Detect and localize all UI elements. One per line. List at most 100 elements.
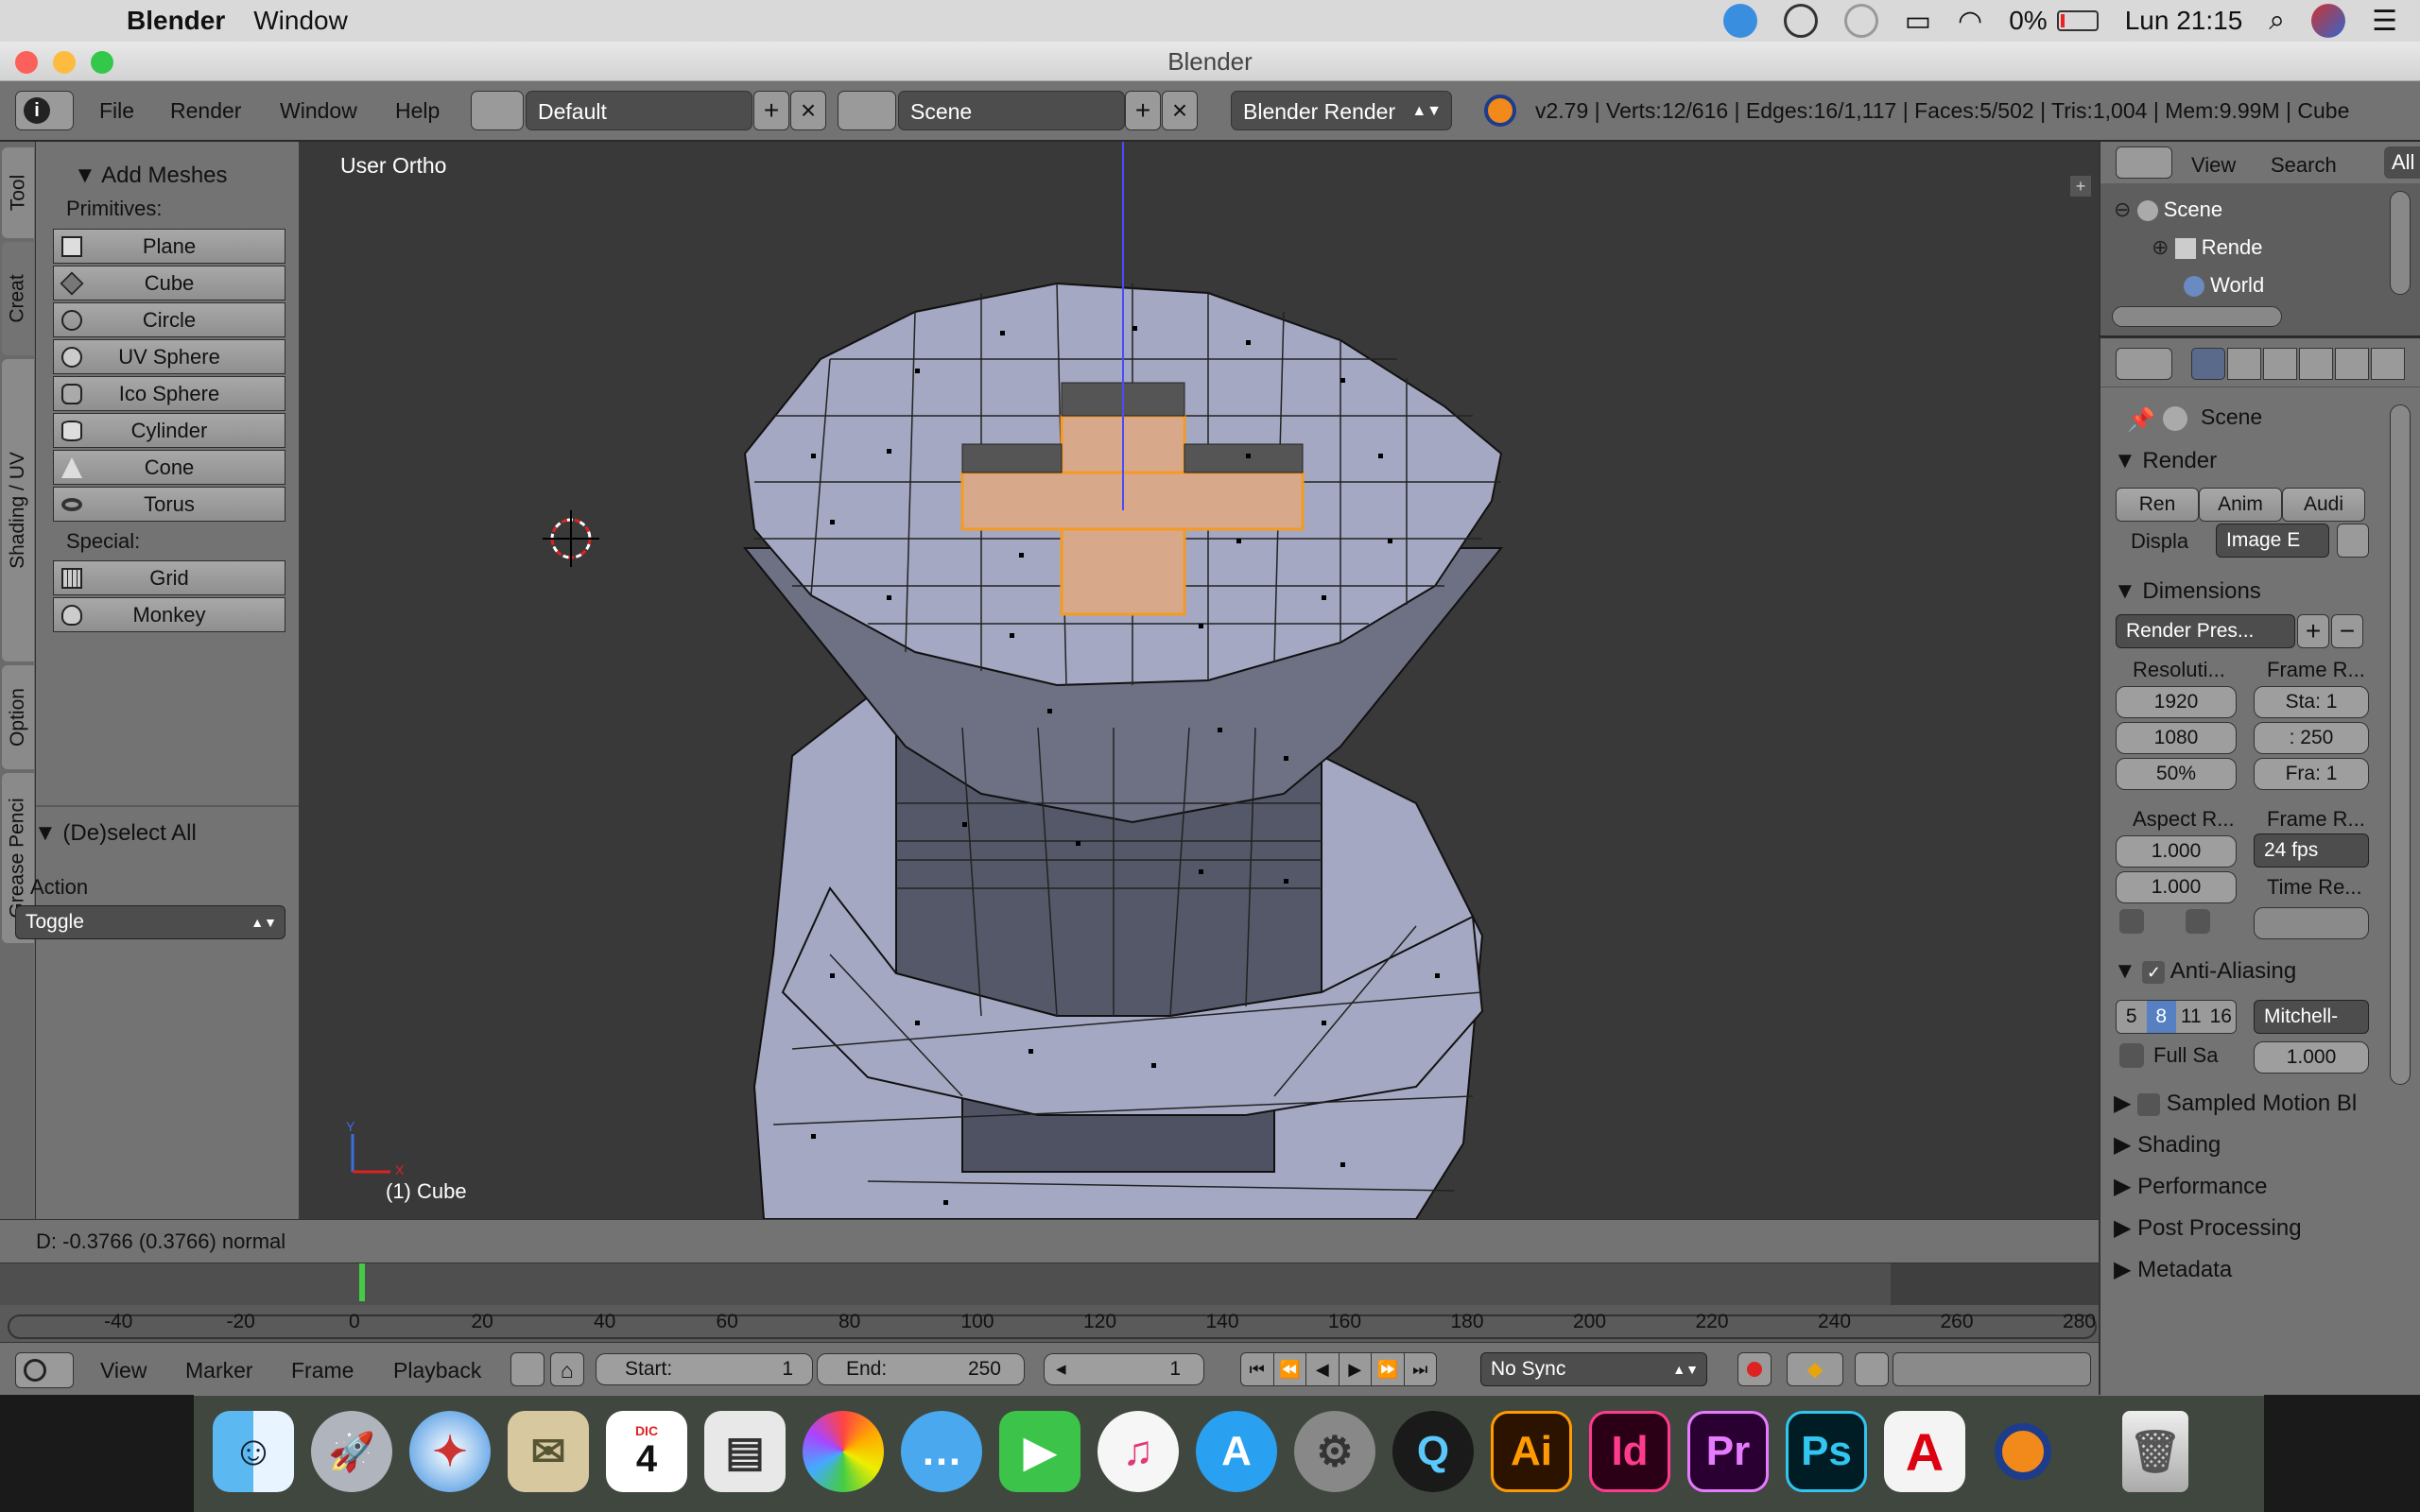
dimensions-section-header[interactable]: ▼ Dimensions bbox=[2114, 573, 2261, 610]
creative-cloud-icon[interactable] bbox=[1783, 4, 1818, 38]
clock-icon[interactable] bbox=[510, 1352, 544, 1386]
dock-photoshop-icon[interactable]: Ps bbox=[1786, 1411, 1867, 1492]
zoom-window-icon[interactable] bbox=[91, 51, 113, 74]
tab-tool[interactable]: Tool bbox=[2, 147, 34, 238]
resolution-x-field[interactable]: 1920 bbox=[2116, 686, 2237, 718]
spotlight-icon[interactable]: ⌕ bbox=[2269, 5, 2285, 37]
frame-rate-select[interactable]: 24 fps bbox=[2254, 833, 2369, 868]
add-plane-button[interactable]: Plane bbox=[53, 229, 285, 264]
cloud-sync-icon[interactable] bbox=[1722, 4, 1757, 38]
timeline-menu-frame[interactable]: Frame bbox=[291, 1350, 354, 1390]
clock[interactable]: Lun 21:15 bbox=[2125, 6, 2243, 36]
active-keying-set-field[interactable] bbox=[1893, 1352, 2091, 1386]
add-monkey-button[interactable]: Monkey bbox=[53, 597, 285, 632]
airplay-icon[interactable]: ▭ bbox=[1905, 5, 1931, 38]
add-preset-button[interactable]: + bbox=[2297, 614, 2329, 648]
prev-keyframe-icon[interactable]: ⏪ bbox=[1274, 1353, 1306, 1385]
dock-finder-icon[interactable]: ☺ bbox=[213, 1411, 294, 1492]
anti-aliasing-checkbox[interactable]: ✓ bbox=[2142, 960, 2166, 984]
filter-size-field[interactable]: 1.000 bbox=[2254, 1041, 2369, 1074]
menu-help[interactable]: Help bbox=[395, 91, 440, 130]
lock-interface-icon[interactable] bbox=[2337, 524, 2369, 558]
jump-end-icon[interactable]: ⏭ bbox=[1405, 1353, 1437, 1385]
add-cone-button[interactable]: Cone bbox=[53, 450, 285, 485]
dock-photos-icon[interactable] bbox=[803, 1411, 884, 1492]
menu-window[interactable]: Window bbox=[280, 91, 357, 130]
minimize-window-icon[interactable] bbox=[53, 51, 76, 74]
render-animation-button[interactable]: Anim bbox=[2199, 488, 2282, 522]
aa-samples-8[interactable]: 8 bbox=[2146, 1001, 2176, 1033]
menu-window[interactable]: Window bbox=[253, 6, 348, 36]
dock-app-store-icon[interactable]: A bbox=[1196, 1411, 1277, 1492]
editor-type-outliner-icon[interactable] bbox=[2116, 146, 2172, 179]
scene-tab-icon[interactable] bbox=[2263, 348, 2297, 380]
screen-layout-icon[interactable] bbox=[471, 91, 524, 130]
outliner-vscrollbar[interactable] bbox=[2390, 191, 2411, 295]
outliner-item-world[interactable]: World bbox=[2114, 266, 2264, 304]
current-frame-field[interactable]: ◂ 1 bbox=[1044, 1353, 1204, 1385]
timeline-menu-marker[interactable]: Marker bbox=[185, 1350, 253, 1390]
anti-aliasing-section-header[interactable]: ▼ ✓ Anti-Aliasing bbox=[2114, 953, 2296, 990]
dock-acrobat-icon[interactable]: A bbox=[1884, 1411, 1965, 1492]
keying-set-icon[interactable]: ◆ bbox=[1787, 1352, 1843, 1386]
frame-start-field[interactable]: Sta: 1 bbox=[2254, 686, 2369, 718]
dock-calendar-icon[interactable]: DIC 4 bbox=[606, 1411, 687, 1492]
render-image-button[interactable]: Ren bbox=[2116, 488, 2199, 522]
add-layout-button[interactable]: + bbox=[753, 91, 789, 130]
timeline-area[interactable]: -40 -20 0 20 40 60 80 100 120 140 160 180 200 220 240 2… bbox=[0, 1263, 2099, 1342]
shading-section-header[interactable]: ▶ Shading bbox=[2114, 1126, 2221, 1164]
action-select[interactable]: Toggle ▲▼ bbox=[15, 905, 285, 939]
timeline-menu-view[interactable]: View bbox=[100, 1350, 147, 1390]
performance-section-header[interactable]: ▶ Performance bbox=[2114, 1168, 2268, 1206]
close-window-icon[interactable] bbox=[15, 51, 38, 74]
outliner-item-render-layers[interactable]: ⊕ Rende bbox=[2114, 229, 2264, 266]
aa-filter-select[interactable]: Mitchell- bbox=[2254, 1000, 2369, 1034]
frame-end-field[interactable]: : 250 bbox=[2254, 722, 2369, 754]
tab-shading-uv[interactable]: Shading / UV bbox=[2, 359, 34, 662]
outliner-menu-view[interactable]: View bbox=[2191, 146, 2236, 185]
aa-samples-5[interactable]: 5 bbox=[2117, 1001, 2147, 1033]
dock-itunes-icon[interactable]: ♫ bbox=[1098, 1411, 1179, 1492]
full-sample-checkbox[interactable] bbox=[2119, 1043, 2144, 1068]
dock-mail-icon[interactable]: ✉ bbox=[508, 1411, 589, 1492]
add-ico-sphere-button[interactable]: Ico Sphere bbox=[53, 376, 285, 411]
start-frame-field[interactable]: Start: 1 bbox=[596, 1353, 813, 1385]
dock-messages-icon[interactable]: … bbox=[901, 1411, 982, 1492]
timeline-menu-playback[interactable]: Playback bbox=[393, 1350, 481, 1390]
time-remap-field[interactable] bbox=[2254, 907, 2369, 939]
editor-type-info-icon[interactable]: i bbox=[15, 91, 74, 130]
play-reverse-icon[interactable]: ◀ bbox=[1306, 1353, 1340, 1385]
sync-mode-select[interactable]: No Sync ▲▼ bbox=[1480, 1352, 1707, 1386]
sync-icon[interactable] bbox=[1843, 4, 1878, 38]
outliner-hscrollbar[interactable] bbox=[2112, 306, 2282, 327]
properties-vscrollbar[interactable] bbox=[2390, 404, 2411, 1085]
render-tab-icon[interactable] bbox=[2191, 348, 2225, 380]
apple-icon[interactable] bbox=[38, 2, 76, 40]
editor-type-properties-icon[interactable] bbox=[2116, 348, 2172, 380]
add-uv-sphere-button[interactable]: UV Sphere bbox=[53, 339, 285, 374]
post-processing-section-header[interactable]: ▶ Post Processing bbox=[2114, 1210, 2302, 1247]
aa-samples-11[interactable]: 11 bbox=[2176, 1001, 2206, 1033]
editor-type-timeline-icon[interactable] bbox=[15, 1352, 74, 1388]
lock-icon[interactable]: ⌂ bbox=[550, 1352, 584, 1386]
aspect-y-field[interactable]: 1.000 bbox=[2116, 871, 2237, 903]
jump-start-icon[interactable]: ⏮ bbox=[1241, 1353, 1274, 1385]
scene-icon[interactable] bbox=[838, 91, 896, 130]
scene-field[interactable]: Scene bbox=[898, 91, 1125, 130]
siri-icon[interactable] bbox=[2311, 4, 2346, 38]
render-audio-button[interactable]: Audi bbox=[2282, 488, 2365, 522]
play-icon[interactable]: ▶ bbox=[1340, 1353, 1372, 1385]
screen-layout-field[interactable]: Default bbox=[526, 91, 752, 130]
render-engine-select[interactable]: Blender Render ▲▼ bbox=[1231, 91, 1452, 130]
remove-scene-button[interactable]: × bbox=[1162, 91, 1198, 130]
dock-quicktime-icon[interactable]: Q bbox=[1392, 1411, 1474, 1492]
notification-center-icon[interactable]: ☰ bbox=[2372, 5, 2397, 38]
tab-create[interactable]: Creat bbox=[2, 242, 34, 355]
remove-layout-button[interactable]: × bbox=[790, 91, 826, 130]
dock-illustrator-icon[interactable]: Ai bbox=[1491, 1411, 1572, 1492]
outliner-display-mode[interactable]: All bbox=[2384, 146, 2420, 179]
tab-options[interactable]: Option bbox=[2, 665, 34, 769]
display-select[interactable]: Image E bbox=[2216, 524, 2329, 558]
add-torus-button[interactable]: Torus bbox=[53, 487, 285, 522]
aspect-x-field[interactable]: 1.000 bbox=[2116, 835, 2237, 868]
